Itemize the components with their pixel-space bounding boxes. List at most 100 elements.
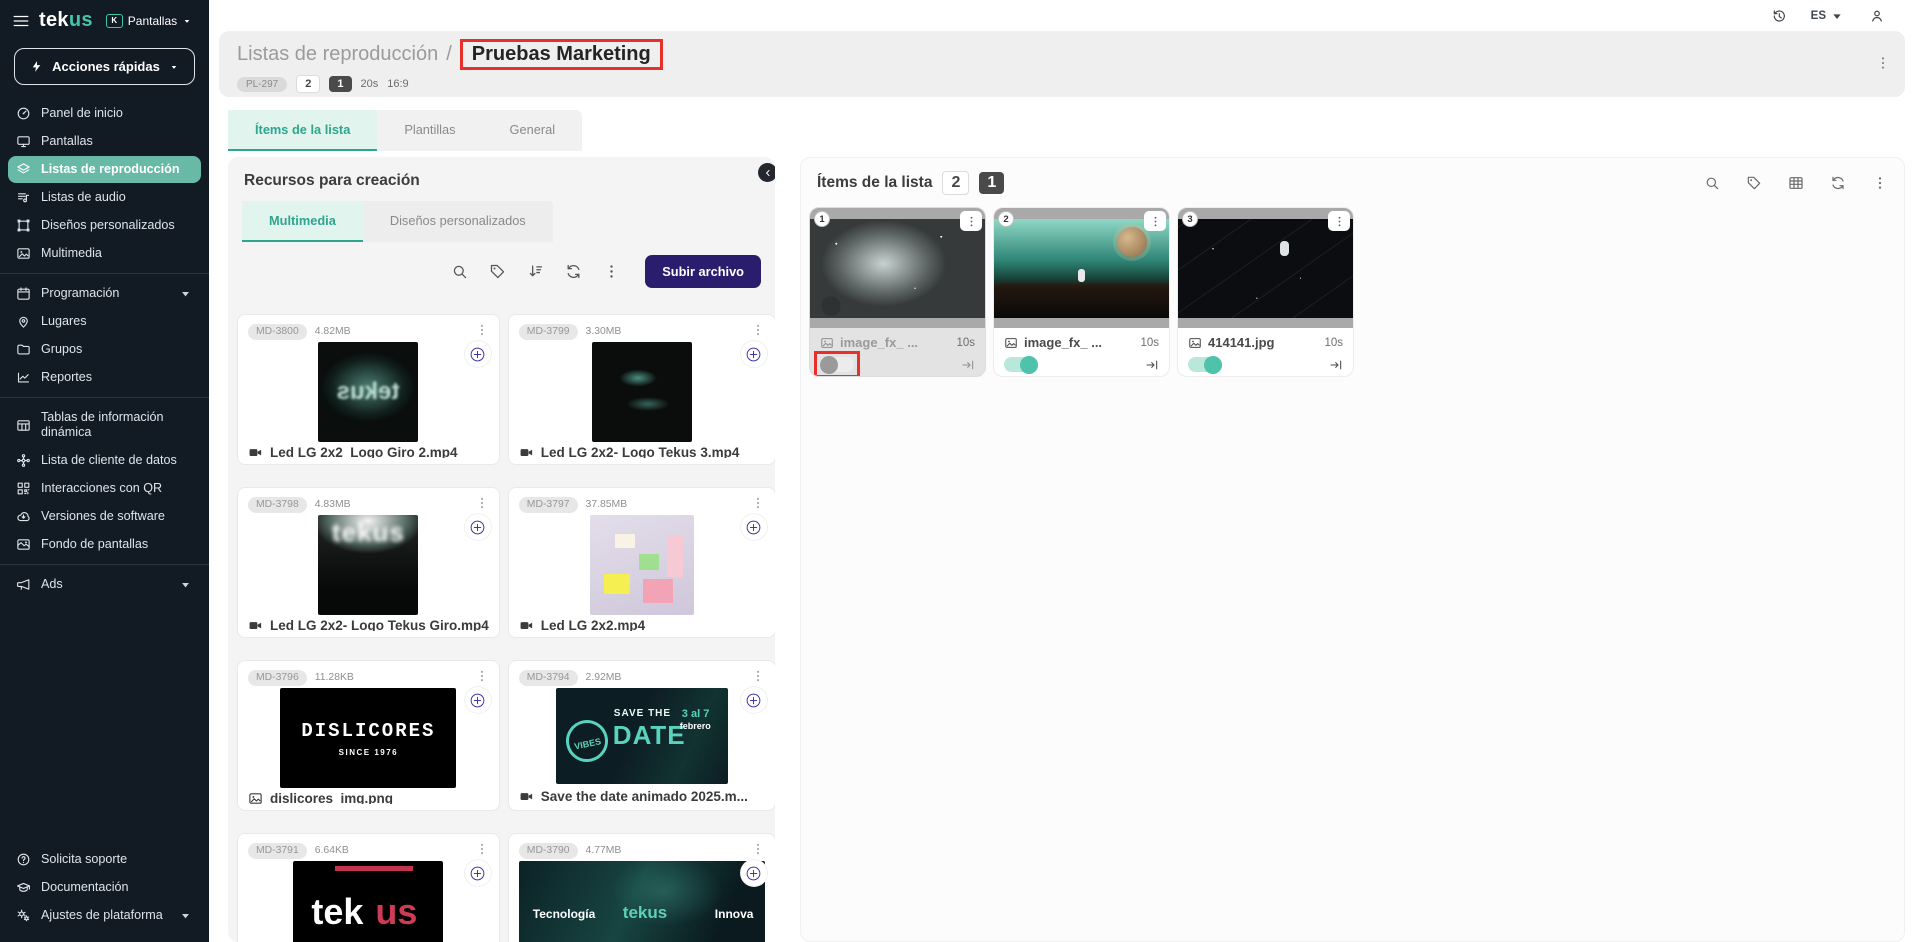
media-card-kebab-menu[interactable] [475,496,489,513]
media-card-kebab-menu[interactable] [475,669,489,686]
tab-items-de-la-lista[interactable]: Ítems de la lista [228,110,377,151]
media-card-header: MD-379611.28KB [248,669,489,686]
table-view-icon[interactable] [1788,175,1804,191]
video-camera-icon [519,789,534,804]
sidebar-item-listas-de-reproduccion[interactable]: Listas de reproducción [8,156,201,183]
history-icon[interactable] [1771,8,1787,24]
items-total-badge: 2 [942,171,969,195]
frame-icon [16,218,31,233]
add-to-playlist-button[interactable] [465,341,491,367]
add-to-playlist-button[interactable] [465,860,491,886]
tab-plantillas[interactable]: Plantillas [377,110,482,151]
file-size-label: 11.28KB [315,672,354,683]
sidebar-item-interacciones-con-qr[interactable]: Interacciones con QR [8,475,201,502]
add-to-playlist-button[interactable] [741,514,767,540]
sidebar-item-solicita-soporte[interactable]: Solicita soporte [8,846,201,873]
breadcrumb-separator: / [446,43,452,66]
add-to-playlist-button[interactable] [465,687,491,713]
sidebar-item-pantallas[interactable]: Pantallas [8,128,201,155]
item-enabled-toggle[interactable] [820,357,854,372]
sidebar-item-versiones-de-software[interactable]: Versiones de software [8,503,201,530]
sidebar-item-label: Documentación [41,880,193,895]
media-card-kebab-menu[interactable] [751,842,765,859]
playlist-item-kebab-menu[interactable] [1144,211,1166,231]
image-file-icon [820,336,834,350]
sidebar-item-label: Multimedia [41,246,193,261]
media-card-kebab-menu[interactable] [475,323,489,340]
media-card-kebab-menu[interactable] [475,842,489,859]
sidebar-item-reportes[interactable]: Reportes [8,364,201,391]
screen-chip-label: Pantallas [128,14,177,28]
playlist-item-name-row: image_fx_ ...10s [1004,335,1159,350]
sidebar-item-ajustes-de-plataforma[interactable]: Ajustes de plataforma [8,902,201,929]
sidebar-item-programacion[interactable]: Programación [8,280,201,307]
bolt-icon [30,60,43,73]
sidebar-item-lista-de-cliente-de-datos[interactable]: Lista de cliente de datos [8,447,201,474]
media-card-kebab-menu[interactable] [751,669,765,686]
playlist-item-filename: image_fx_ ... [1024,335,1134,350]
add-to-playlist-button[interactable] [741,341,767,367]
thumbnail-text: febrero [680,721,711,731]
menu-icon[interactable] [12,12,30,30]
sidebar-item-label: Interacciones con QR [41,481,193,496]
plus-circle-icon [745,346,762,363]
media-card-kebab-menu[interactable] [751,496,765,513]
sidebar-item-panel-de-inicio[interactable]: Panel de inicio [8,100,201,127]
refresh-icon[interactable] [1830,175,1846,191]
playlist-item-card[interactable]: 1image_fx_ ...10s [809,207,986,377]
playlist-item-filename: image_fx_ ... [840,335,950,350]
transition-icon-button[interactable] [961,358,975,372]
playlist-item-controls-row [820,357,975,372]
playlist-meta: PL-297 2 1 20s 16:9 [237,75,1887,93]
topbar: ES [209,0,1913,31]
item-order-badge: 1 [814,211,830,227]
kebab-menu-icon[interactable] [603,263,620,280]
search-icon[interactable] [451,263,468,280]
playlist-item-card[interactable]: 2image_fx_ ...10s [993,207,1170,377]
thumbnail-text: Innova [715,907,754,921]
tab-general[interactable]: General [483,110,583,151]
media-card-kebab-menu[interactable] [751,323,765,340]
sort-icon[interactable] [527,263,544,280]
header-kebab-menu[interactable] [1875,55,1891,76]
playlist-item-thumbnail [1178,219,1353,318]
screen-context-chip[interactable]: K Pantallas [106,14,192,28]
item-enabled-toggle[interactable] [1004,357,1038,372]
transition-icon-button[interactable] [1145,358,1159,372]
tag-icon[interactable] [1746,175,1762,191]
item-enabled-toggle[interactable] [1188,357,1222,372]
sidebar-item-grupos[interactable]: Grupos [8,336,201,363]
add-to-playlist-button[interactable] [741,687,767,713]
sidebar-item-documentacion[interactable]: Documentación [8,874,201,901]
sidebar-item-ads[interactable]: Ads [8,571,201,598]
media-card: MD-379611.28KBDISLICORESSINCE 1976dislic… [237,660,500,811]
kebab-menu-icon[interactable] [1872,175,1888,191]
transition-icon-button[interactable] [1329,358,1343,372]
sidebar-item-listas-de-audio[interactable]: Listas de audio [8,184,201,211]
sidebar-item-fondo-de-pantallas[interactable]: Fondo de pantallas [8,531,201,558]
sidebar-item-lugares[interactable]: Lugares [8,308,201,335]
resources-tab-multimedia[interactable]: Multimedia [242,201,363,242]
sidebar-item-multimedia[interactable]: Multimedia [8,240,201,267]
collapse-panel-button[interactable] [758,163,775,182]
language-selector[interactable]: ES [1811,8,1845,24]
quick-actions-button[interactable]: Acciones rápidas [14,48,195,85]
sidebar-item-tablas-de-informacion-dinamica[interactable]: Tablas de información dinámica [8,404,201,446]
user-icon[interactable] [1869,8,1885,24]
add-to-playlist-button[interactable] [465,514,491,540]
add-to-playlist-button[interactable] [741,860,767,886]
playlist-item-filename: 414141.jpg [1208,335,1318,350]
playlist-item-card[interactable]: 3414141.jpg10s [1177,207,1354,377]
divider [0,273,209,274]
playlist-item-kebab-menu[interactable] [960,211,982,231]
upload-file-button[interactable]: Subir archivo [645,255,761,288]
breadcrumb-parent[interactable]: Listas de reproducción [237,43,438,66]
resources-tab-disenos-personalizados[interactable]: Diseños personalizados [363,201,553,242]
refresh-icon[interactable] [565,263,582,280]
media-filename: Led LG 2x2- Logo Tekus 3.mp4 [541,445,740,458]
sidebar-item-disenos-personalizados[interactable]: Diseños personalizados [8,212,201,239]
search-icon[interactable] [1704,175,1720,191]
items-total-badge: 2 [296,75,320,93]
playlist-item-kebab-menu[interactable] [1328,211,1350,231]
tag-icon[interactable] [489,263,506,280]
